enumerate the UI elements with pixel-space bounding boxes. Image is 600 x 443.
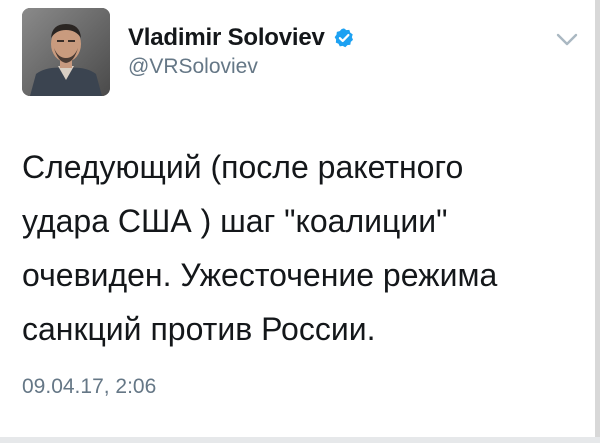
- avatar[interactable]: [22, 8, 110, 96]
- tweet-text-line: очевиден. Ужесточение режима: [22, 257, 498, 293]
- tweet-text: Следующий (после ракетного удара США ) ш…: [22, 140, 587, 356]
- avatar-image: [22, 8, 110, 96]
- tweet-timestamp[interactable]: 09.04.17, 2:06: [22, 375, 156, 399]
- chevron-down-icon: [556, 33, 578, 46]
- tweet-text-line: санкций против России.: [22, 311, 376, 347]
- verified-badge-icon: [333, 27, 355, 49]
- right-edge-divider: [595, 0, 600, 443]
- tweet-menu-button[interactable]: [552, 28, 582, 52]
- tweet-text-line: Следующий (после ракетного: [22, 149, 464, 185]
- tweet-text-line: удара США ) шаг "коалиции": [22, 203, 448, 239]
- display-name[interactable]: Vladimir Soloviev: [128, 24, 325, 52]
- bottom-edge-divider: [0, 437, 600, 443]
- author-handle[interactable]: @VRSoloviev: [128, 55, 258, 79]
- author-name-row: Vladimir Soloviev: [128, 22, 355, 54]
